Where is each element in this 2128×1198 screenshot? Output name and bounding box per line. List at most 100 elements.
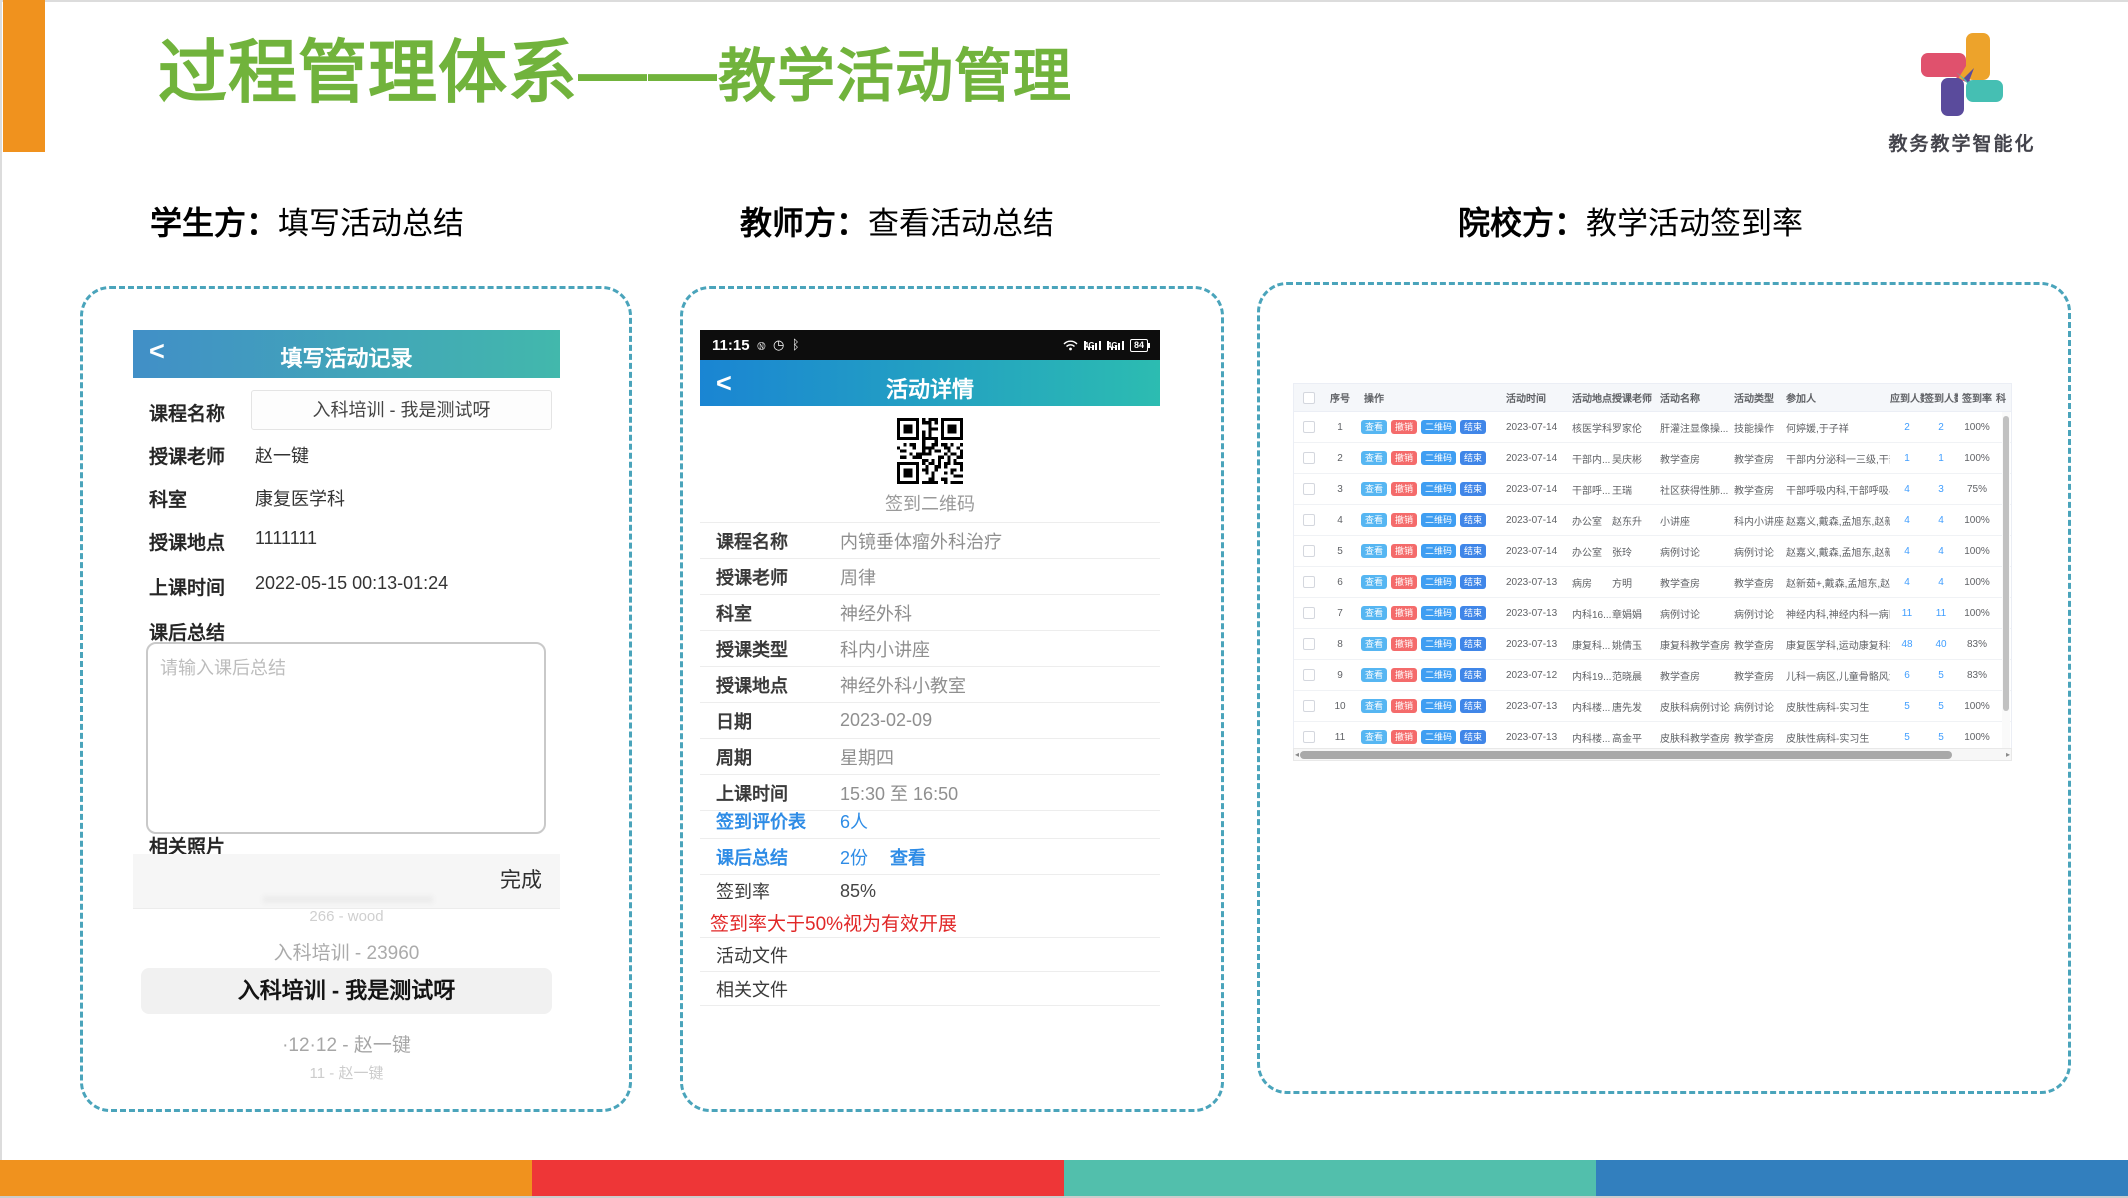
- row-checkbox[interactable]: [1303, 452, 1315, 464]
- view-button[interactable]: 查看: [1361, 544, 1387, 558]
- qrcode-button[interactable]: 二维码: [1421, 420, 1456, 434]
- cell-signed[interactable]: 11: [1924, 608, 1958, 619]
- revoke-button[interactable]: 撤销: [1391, 420, 1417, 434]
- row-checkbox[interactable]: [1303, 607, 1315, 619]
- cell-expected[interactable]: 6: [1890, 670, 1924, 681]
- picker-selected-option[interactable]: 入科培训 - 我是测试呀: [141, 968, 552, 1014]
- row-checkbox[interactable]: [1303, 421, 1315, 433]
- row-checkbox[interactable]: [1303, 638, 1315, 650]
- signin-eval-count[interactable]: 6人: [840, 808, 868, 834]
- cell-name: 社区获得性肺...: [1660, 482, 1734, 497]
- row-checkbox[interactable]: [1303, 514, 1315, 526]
- view-button[interactable]: 查看: [1361, 451, 1387, 465]
- cell-expected[interactable]: 4: [1890, 484, 1924, 495]
- done-button[interactable]: 完成: [500, 854, 542, 908]
- view-button[interactable]: 查看: [1361, 420, 1387, 434]
- view-button[interactable]: 查看: [1361, 482, 1387, 496]
- picker-option[interactable]: ·12·12 - 赵一键: [133, 1030, 560, 1057]
- cell-signed[interactable]: 5: [1924, 701, 1958, 712]
- cell-signed[interactable]: 5: [1924, 732, 1958, 743]
- qrcode-button[interactable]: 二维码: [1421, 451, 1456, 465]
- end-button[interactable]: 结束: [1460, 544, 1486, 558]
- horizontal-scrollbar[interactable]: ◂ ▸: [1293, 748, 2012, 761]
- qrcode-button[interactable]: 二维码: [1421, 544, 1456, 558]
- select-all-checkbox[interactable]: [1303, 392, 1315, 404]
- course-name-input[interactable]: 入科培训 - 我是测试呀: [251, 390, 552, 430]
- view-summary-link[interactable]: 查看: [890, 844, 926, 870]
- revoke-button[interactable]: 撤销: [1391, 482, 1417, 496]
- cell-signed[interactable]: 5: [1924, 670, 1958, 681]
- view-button[interactable]: 查看: [1361, 513, 1387, 527]
- row-checkbox[interactable]: [1303, 545, 1315, 557]
- revoke-button[interactable]: 撤销: [1391, 637, 1417, 651]
- cell-expected[interactable]: 4: [1890, 515, 1924, 526]
- cell-expected[interactable]: 5: [1890, 701, 1924, 712]
- end-button[interactable]: 结束: [1460, 637, 1486, 651]
- picker-option[interactable]: 入科培训 - 23960: [133, 938, 560, 965]
- end-button[interactable]: 结束: [1460, 513, 1486, 527]
- revoke-button[interactable]: 撤销: [1391, 699, 1417, 713]
- qrcode-button[interactable]: 二维码: [1421, 606, 1456, 620]
- view-button[interactable]: 查看: [1361, 575, 1387, 589]
- cell-teacher: 唐先发: [1612, 699, 1660, 714]
- row-checkbox[interactable]: [1303, 669, 1315, 681]
- view-button[interactable]: 查看: [1361, 606, 1387, 620]
- scroll-left-arrow[interactable]: ◂: [1295, 750, 1299, 760]
- view-button[interactable]: 查看: [1361, 668, 1387, 682]
- view-button[interactable]: 查看: [1361, 699, 1387, 713]
- end-button[interactable]: 结束: [1460, 420, 1486, 434]
- end-button[interactable]: 结束: [1460, 606, 1486, 620]
- row-checkbox[interactable]: [1303, 576, 1315, 588]
- cell-signed[interactable]: 40: [1924, 639, 1958, 650]
- cell-signed[interactable]: 4: [1924, 515, 1958, 526]
- cell-expected[interactable]: 1: [1890, 453, 1924, 464]
- revoke-button[interactable]: 撤销: [1391, 668, 1417, 682]
- picker-option[interactable]: 266 - wood: [133, 908, 560, 925]
- summary-textarea[interactable]: [146, 642, 546, 834]
- cell-signed[interactable]: 3: [1924, 484, 1958, 495]
- picker-option[interactable]: 11 - 赵一键: [133, 1062, 560, 1083]
- end-button[interactable]: 结束: [1460, 451, 1486, 465]
- cell-type: 教学查房: [1734, 730, 1786, 745]
- table-row: 10 查看 撤销 二维码 结束 2023-07-13 内科楼... 唐先发 皮肤…: [1294, 691, 2011, 722]
- col-signed: 签到人数: [1924, 390, 1958, 405]
- cell-signed[interactable]: 4: [1924, 577, 1958, 588]
- signin-eval-label[interactable]: 签到评价表: [716, 808, 840, 834]
- scroll-right-arrow[interactable]: ▸: [2006, 750, 2010, 760]
- qrcode-button[interactable]: 二维码: [1421, 730, 1456, 744]
- cell-expected[interactable]: 11: [1890, 608, 1924, 619]
- end-button[interactable]: 结束: [1460, 575, 1486, 589]
- vertical-scrollbar[interactable]: [2002, 412, 2010, 751]
- cell-signed[interactable]: 2: [1924, 422, 1958, 433]
- end-button[interactable]: 结束: [1460, 699, 1486, 713]
- revoke-button[interactable]: 撤销: [1391, 513, 1417, 527]
- qrcode-button[interactable]: 二维码: [1421, 637, 1456, 651]
- qrcode-button[interactable]: 二维码: [1421, 513, 1456, 527]
- cell-signed[interactable]: 4: [1924, 546, 1958, 557]
- revoke-button[interactable]: 撤销: [1391, 730, 1417, 744]
- qrcode-button[interactable]: 二维码: [1421, 668, 1456, 682]
- row-checkbox[interactable]: [1303, 731, 1315, 743]
- cell-signed[interactable]: 1: [1924, 453, 1958, 464]
- view-button[interactable]: 查看: [1361, 730, 1387, 744]
- horizontal-scrollbar-thumb[interactable]: [1300, 751, 1952, 759]
- row-checkbox[interactable]: [1303, 700, 1315, 712]
- end-button[interactable]: 结束: [1460, 668, 1486, 682]
- cell-expected[interactable]: 2: [1890, 422, 1924, 433]
- cell-expected[interactable]: 5: [1890, 732, 1924, 743]
- revoke-button[interactable]: 撤销: [1391, 451, 1417, 465]
- revoke-button[interactable]: 撤销: [1391, 606, 1417, 620]
- end-button[interactable]: 结束: [1460, 730, 1486, 744]
- revoke-button[interactable]: 撤销: [1391, 544, 1417, 558]
- cell-expected[interactable]: 4: [1890, 577, 1924, 588]
- cell-expected[interactable]: 48: [1890, 639, 1924, 650]
- cell-expected[interactable]: 4: [1890, 546, 1924, 557]
- revoke-button[interactable]: 撤销: [1391, 575, 1417, 589]
- cell-rate: 100%: [1958, 453, 1996, 464]
- end-button[interactable]: 结束: [1460, 482, 1486, 496]
- qrcode-button[interactable]: 二维码: [1421, 699, 1456, 713]
- qrcode-button[interactable]: 二维码: [1421, 575, 1456, 589]
- qrcode-button[interactable]: 二维码: [1421, 482, 1456, 496]
- row-checkbox[interactable]: [1303, 483, 1315, 495]
- view-button[interactable]: 查看: [1361, 637, 1387, 651]
